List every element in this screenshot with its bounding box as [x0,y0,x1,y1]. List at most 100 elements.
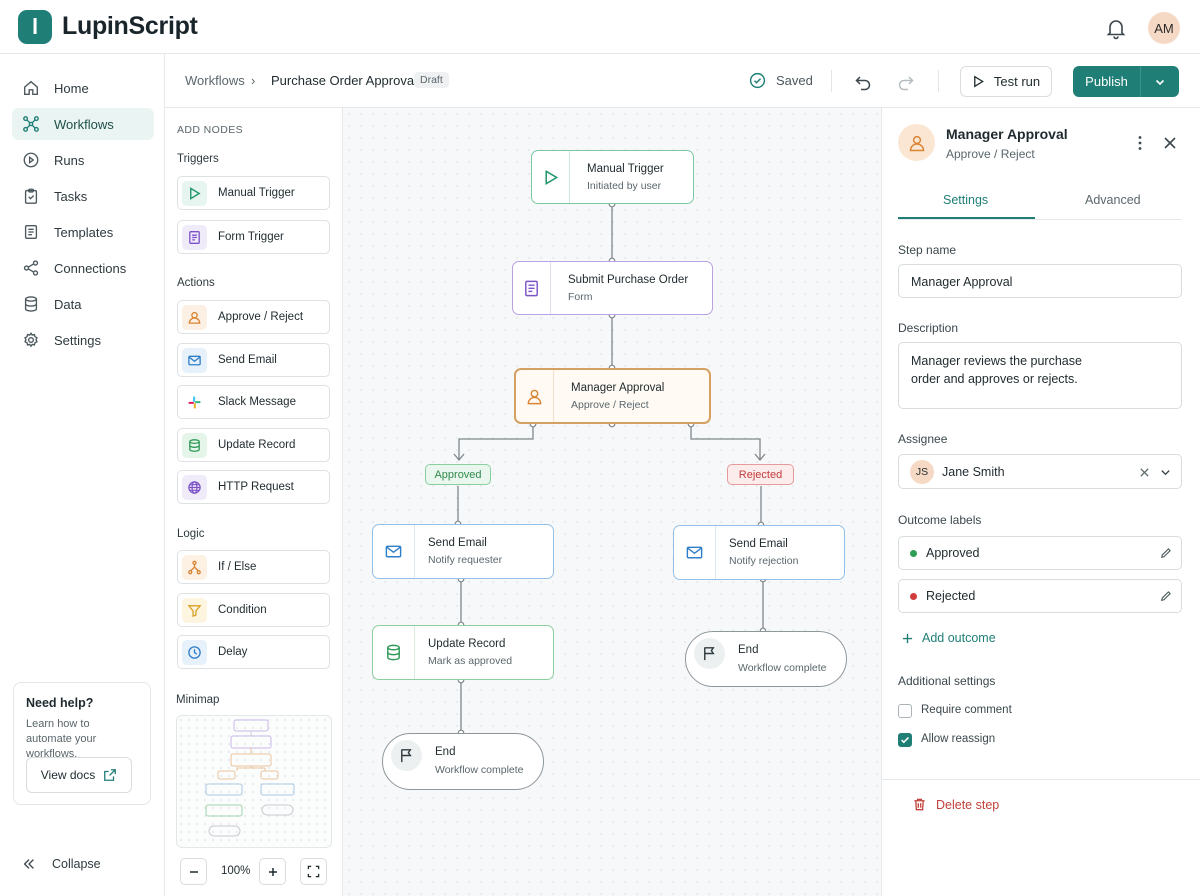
palette-item-label: If / Else [218,561,257,573]
node-submit-purchase-order[interactable]: Submit Purchase Order Form [512,261,713,315]
node-title: End [435,746,456,758]
description-textarea[interactable]: Manager reviews the purchase order and a… [898,342,1182,409]
zoom-out-button[interactable] [180,858,207,885]
assignee-label: Assignee [898,432,948,446]
palette-item-condition[interactable]: Condition [177,593,330,627]
chevron-down-icon[interactable] [1160,467,1171,478]
palette-item-http-request[interactable]: HTTP Request [177,470,330,504]
palette-item-label: Condition [218,604,267,616]
sidebar-item-connections[interactable]: Connections [12,252,154,284]
saved-status: Saved [749,72,813,89]
outcome-label: Rejected [926,589,976,603]
sidebar-item-data[interactable]: Data [12,288,154,320]
draft-badge: Draft [414,72,449,88]
allow-reassign-checkbox[interactable] [898,733,912,747]
node-send-email-approved[interactable]: Send Email Notify requester [372,524,554,579]
node-update-record[interactable]: Update Record Mark as approved [372,625,554,680]
node-manager-approval[interactable]: Manager Approval Approve / Reject [514,368,711,424]
step-name-input[interactable]: Manager Approval [898,264,1182,298]
tab-settings[interactable]: Settings [943,193,988,207]
branch-icon [182,554,207,580]
pencil-icon[interactable] [1160,547,1172,559]
view-docs-button[interactable]: View docs [26,757,132,793]
collapse-button[interactable]: Collapse [22,857,101,871]
breadcrumb-separator: › [251,73,256,88]
mail-icon [674,526,716,579]
node-end-rejected[interactable]: End Workflow complete [685,631,847,687]
publish-button[interactable]: Publish [1073,66,1141,97]
minimap[interactable] [176,715,332,848]
form-icon [513,262,551,314]
node-title: Update Record [428,638,506,650]
minimap-label: Minimap [176,694,220,706]
assignee-avatar: JS [910,460,934,484]
help-text: Learn how to automate your workflows. [26,718,97,760]
palette-item-approve-reject[interactable]: Approve / Reject [177,300,330,334]
sidebar-item-settings[interactable]: Settings [12,324,154,356]
node-subtitle: Approve / Reject [571,399,649,411]
palette-item-update-record[interactable]: Update Record [177,428,330,462]
sidebar-item-label: Settings [54,332,101,348]
zoom-in-button[interactable] [259,858,286,885]
sidebar-item-templates[interactable]: Templates [12,216,154,248]
branch-label-approved: Approved [425,464,491,485]
palette-item-slack-message[interactable]: Slack Message [177,385,330,419]
fit-view-button[interactable] [300,858,327,885]
publish-options-button[interactable] [1141,66,1179,97]
palette-item-if-else[interactable]: If / Else [177,550,330,584]
node-subtitle: Notify requester [428,554,503,566]
tab-advanced[interactable]: Advanced [1085,193,1141,207]
sidebar-item-home[interactable]: Home [12,72,154,104]
palette-item-manual-trigger[interactable]: Manual Trigger [177,176,330,210]
redo-icon[interactable] [896,72,916,92]
sidebar-item-tasks[interactable]: Tasks [12,180,154,212]
delete-step-button[interactable]: Delete step [912,797,999,812]
more-vertical-icon[interactable] [1131,134,1149,152]
sidebar-item-label: Runs [54,152,85,168]
palette-item-label: Delay [218,646,248,658]
chevron-down-icon [1155,79,1165,85]
filter-icon [182,597,207,623]
node-palette: ADD NODES Triggers Manual Trigger Form T… [165,108,343,896]
node-title: Send Email [729,538,788,550]
outcome-rejected[interactable]: Rejected [898,579,1182,613]
sidebar-item-runs[interactable]: Runs [12,144,154,176]
palette-item-send-email[interactable]: Send Email [177,343,330,377]
close-icon[interactable] [1161,134,1179,152]
node-send-email-rejected[interactable]: Send Email Notify rejection [673,525,845,580]
pencil-icon[interactable] [1160,590,1172,602]
palette-item-form-trigger[interactable]: Form Trigger [177,220,330,254]
node-title: Submit Purchase Order [568,274,689,286]
sidebar-item-label: Data [54,296,82,312]
workflow-canvas[interactable]: Manual Trigger Initiated by user Submit … [343,108,881,896]
editor-header: Workflows › Purchase Order Approval Draf… [165,54,1200,108]
node-end-approved[interactable]: End Workflow complete [382,733,544,790]
palette-item-label: Send Email [218,354,277,366]
assignee-select[interactable]: JS Jane Smith [898,454,1182,489]
user-avatar[interactable]: AM [1148,12,1180,44]
external-link-icon [104,769,117,781]
clear-icon[interactable] [1139,467,1150,478]
zoom-controls: 100% [180,858,330,886]
collapse-label: Collapse [52,857,101,871]
node-manual-trigger[interactable]: Manual Trigger Initiated by user [531,150,694,204]
undo-icon[interactable] [853,72,873,92]
node-title: Manager Approval [571,382,665,394]
bell-icon[interactable] [1104,16,1128,40]
sidebar-item-workflows[interactable]: Workflows [12,108,154,140]
logo[interactable]: l [18,10,52,44]
saved-label: Saved [776,73,813,88]
slack-icon [182,389,207,415]
outcome-approved[interactable]: Approved [898,536,1182,570]
test-run-button[interactable]: Test run [960,66,1052,97]
trash-icon [914,798,925,811]
require-comment-checkbox[interactable] [898,704,912,718]
play-icon [532,151,570,203]
palette-item-label: Manual Trigger [218,187,295,199]
sidebar: Home Workflows Runs Tasks Templates Conn… [0,54,165,896]
brand-name: LupinScript [62,12,198,40]
zoom-level: 100% [221,865,251,877]
breadcrumb-workflows[interactable]: Workflows [185,73,245,88]
add-outcome-button[interactable]: Add outcome [902,631,996,645]
palette-item-delay[interactable]: Delay [177,635,330,669]
